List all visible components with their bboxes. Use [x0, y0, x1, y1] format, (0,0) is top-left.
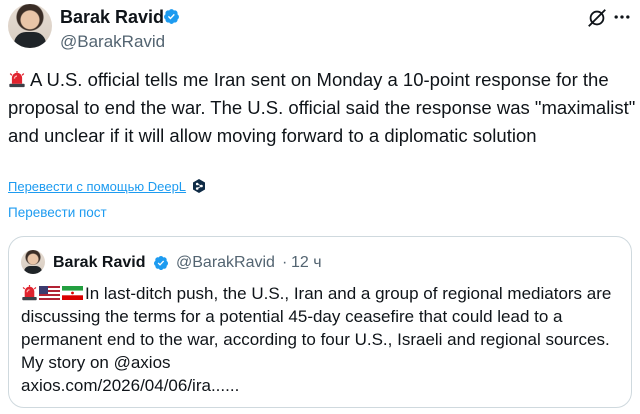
grok-icon[interactable]: [586, 7, 608, 29]
author-name[interactable]: Barak Ravid: [60, 7, 164, 28]
author-handle[interactable]: @BarakRavid: [60, 32, 165, 52]
translate-deepl-link[interactable]: Перевести с помощью DeepL: [8, 179, 186, 194]
quoted-line-1: In last-ditch push, the U.S., Iran and a…: [21, 282, 629, 305]
quoted-link-line: axios.com/2026/04/06/ira......: [21, 376, 240, 395]
us-flag-icon: [39, 286, 60, 300]
verified-badge-icon: [164, 9, 179, 24]
tweet-text: A U.S. official tells me Iran sent on Mo…: [8, 66, 638, 150]
quoted-timestamp[interactable]: 12 ч: [291, 254, 322, 272]
author-avatar[interactable]: [8, 4, 52, 48]
verified-badge-icon: [154, 256, 168, 270]
quoted-author-avatar[interactable]: [21, 250, 45, 274]
quoted-line-2: discussing the terms for a potential 45-…: [21, 307, 563, 326]
siren-emoji-icon: [9, 71, 25, 88]
quoted-author-name[interactable]: Barak Ravid: [53, 254, 146, 272]
siren-emoji-icon: [22, 285, 37, 301]
iran-flag-icon: [62, 286, 83, 300]
deepl-icon: [193, 179, 205, 193]
quoted-tweet-card[interactable]: Barak Ravid @BarakRavid · 12 ч In last-d…: [8, 236, 632, 408]
tweet-body: A U.S. official tells me Iran sent on Mo…: [8, 69, 636, 146]
quoted-line-3: permanent end to the war, according to f…: [21, 330, 610, 349]
quoted-tweet-text: In last-ditch push, the U.S., Iran and a…: [21, 282, 629, 397]
quoted-author-handle[interactable]: @BarakRavid: [176, 254, 275, 272]
translate-post-link[interactable]: Перевести пост: [8, 205, 107, 220]
separator-dot: ·: [282, 254, 288, 271]
quoted-line-4: My story on @axios: [21, 353, 171, 372]
more-icon[interactable]: [612, 7, 632, 33]
